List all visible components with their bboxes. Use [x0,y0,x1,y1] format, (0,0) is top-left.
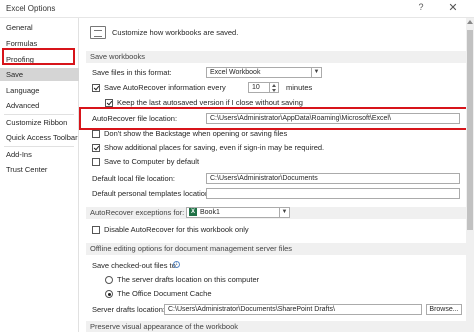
close-icon[interactable]: ✕ [446,1,460,14]
minutes-label: minutes [286,83,313,92]
sidebar-item-customize-ribbon[interactable]: Customize Ribbon [0,116,79,129]
excel-icon: X [189,208,197,216]
scrollbar[interactable] [466,18,474,332]
section-offline-editing: Offline editing options for document man… [86,243,470,255]
scroll-up-icon[interactable] [467,20,473,24]
backstage-label: Don't show the Backstage when opening or… [104,129,288,138]
autorecover-exceptions-label: AutoRecover exceptions for: [90,208,185,217]
section-visual-appearance: Preserve visual appearance of the workbo… [86,321,470,332]
default-templates-label: Default personal templates location: [92,189,212,198]
server-drafts-location-label: Server drafts location: [92,305,165,314]
save-computer-checkbox[interactable] [92,158,100,166]
default-local-input[interactable]: C:\Users\Administrator\Documents [206,173,460,184]
browse-button[interactable]: Browse... [426,304,462,315]
show-places-checkbox[interactable] [92,144,100,152]
autorecover-minutes-input[interactable]: 10 [248,82,270,93]
help-icon[interactable]: ? [414,2,428,12]
disable-autorecover-checkbox[interactable] [92,226,100,234]
dropdown-arrow-icon: ▼ [311,68,321,77]
sidebar-item-quick-access-toolbar[interactable]: Quick Access Toolbar [0,131,79,144]
sidebar: General Formulas Proofing Save Language … [0,18,79,332]
sidebar-item-trust-center[interactable]: Trust Center [0,163,79,176]
save-computer-label: Save to Computer by default [104,157,200,166]
save-highlight-box [2,48,75,65]
autorecover-location-highlight [79,107,469,130]
save-checked-out-label: Save checked-out files to: [92,261,178,270]
sidebar-item-general[interactable]: General [0,21,79,34]
document-icon [90,26,106,39]
section-save-workbooks: Save workbooks [86,51,470,63]
save-format-label: Save files in this format: [92,68,172,77]
save-format-select[interactable]: Excel Workbook ▼ [206,67,322,78]
office-cache-option-label: The Office Document Cache [117,289,212,298]
sidebar-item-add-ins[interactable]: Add-Ins [0,148,79,161]
sidebar-item-language[interactable]: Language [0,84,79,97]
workbook-select[interactable]: X Book1 ▼ [186,207,290,218]
server-drafts-option-label: The server drafts location on this compu… [117,275,260,284]
show-places-label: Show additional places for saving, even … [104,143,325,152]
autorecover-checkbox[interactable] [92,84,100,92]
sidebar-item-save[interactable]: Save [0,68,79,81]
backstage-checkbox[interactable] [92,130,100,138]
info-icon: i [173,261,180,268]
sidebar-item-advanced[interactable]: Advanced [0,99,79,112]
office-cache-radio[interactable] [105,290,113,298]
save-options-panel: Customize how workbooks are saved. Save … [82,18,474,332]
minutes-stepper[interactable] [270,82,279,93]
dropdown-arrow-icon: ▼ [279,208,289,217]
window-title: Excel Options [6,4,56,13]
default-local-label: Default local file location: [92,174,175,183]
default-templates-input[interactable] [206,188,460,199]
sidebar-divider [4,146,74,147]
server-drafts-location-input[interactable]: C:\Users\Administrator\Documents\SharePo… [164,304,422,315]
autorecover-label: Save AutoRecover information every [104,83,226,92]
disable-autorecover-label: Disable AutoRecover for this workbook on… [104,225,249,234]
page-title: Customize how workbooks are saved. [112,28,239,37]
scroll-thumb[interactable] [467,30,473,230]
title-bar: Excel Options ? ✕ [0,0,474,18]
keep-last-checkbox[interactable] [105,99,113,107]
keep-last-label: Keep the last autosaved version if I clo… [117,98,303,107]
save-format-value: Excel Workbook [210,69,261,76]
sidebar-divider [4,114,74,115]
server-drafts-radio[interactable] [105,276,113,284]
